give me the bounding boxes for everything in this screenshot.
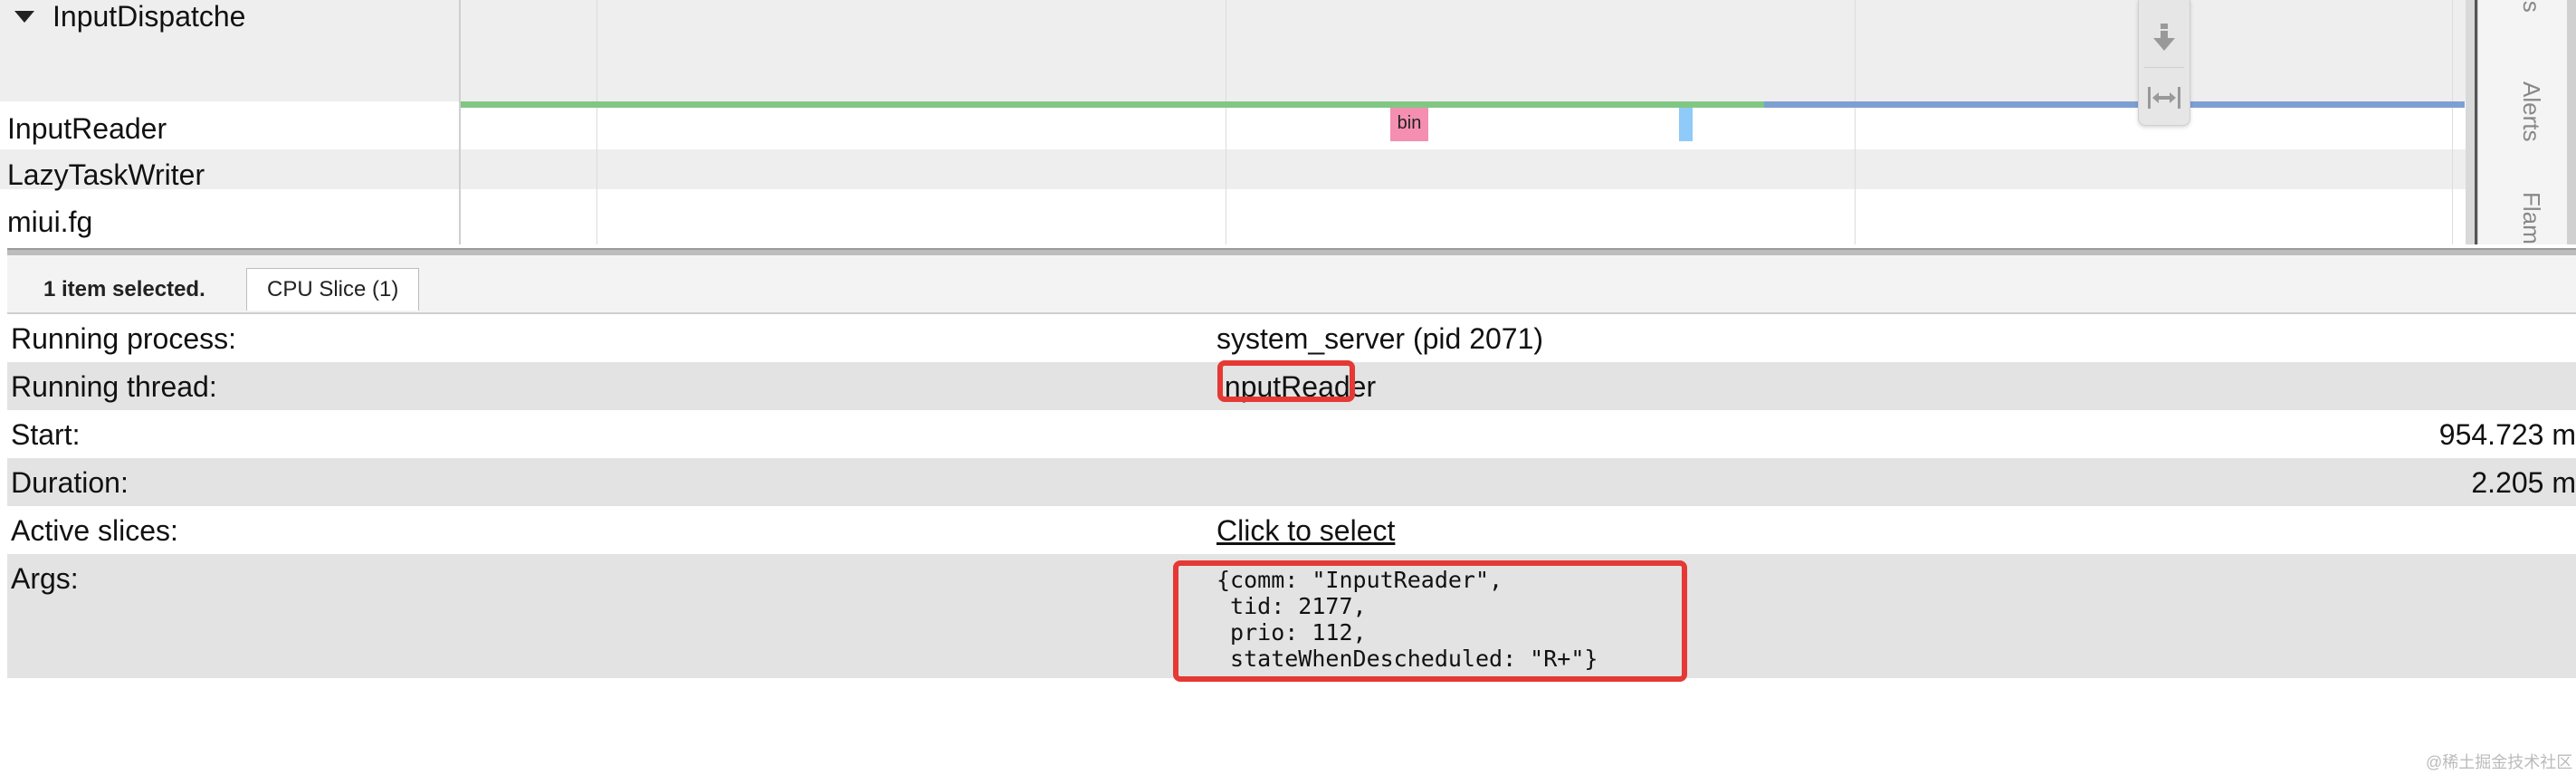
side-panel-scrollbar[interactable] (2567, 0, 2576, 244)
down-arrow-icon[interactable] (2139, 9, 2190, 67)
thread-state-runnable[interactable] (1764, 101, 2465, 108)
timeline-row-bg (461, 149, 2466, 189)
detail-value: 2.205 m (2471, 466, 2576, 499)
watermark: @稀土掘金技术社区 (2426, 753, 2573, 771)
side-tab-flam[interactable]: Flam (2517, 192, 2545, 244)
annotation-box-args (1173, 560, 1687, 682)
detail-row-active-slices: Active slices: Click to select (7, 506, 2576, 554)
detail-row-duration: Duration: 2.205 m (7, 458, 2576, 506)
detail-label: Running process: (11, 322, 237, 355)
detail-label: Running thread: (11, 370, 217, 403)
timeline-toolbar (2138, 0, 2190, 126)
grid-line (1855, 0, 1856, 244)
annotation-box-thread (1217, 360, 1355, 402)
detail-value: system_server (pid 2071) (1216, 322, 1544, 355)
left-margin (0, 244, 7, 775)
timeline-tracks: InputDispatche InputReader LazyTaskWrite… (0, 0, 2576, 244)
detail-label: Args: (11, 562, 79, 595)
side-tab-ics[interactable]: ics (2517, 0, 2545, 13)
thread-state-running[interactable] (461, 101, 1764, 108)
side-tab-alerts[interactable]: Alerts (2517, 81, 2545, 141)
tab-cpu-slice[interactable]: CPU Slice (1) (246, 268, 420, 311)
grid-line (596, 0, 597, 244)
click-to-select-link[interactable]: Click to select (1216, 514, 1395, 548)
detail-row-start: Start: 954.723 m (7, 410, 2576, 458)
cpu-slice-bin[interactable]: bin (1390, 108, 1428, 141)
details-tabbar: 1 item selected. CPU Slice (1) (7, 255, 2576, 314)
track-names-column: InputDispatche InputReader LazyTaskWrite… (0, 0, 460, 244)
track-group-name[interactable]: InputDispatche (52, 0, 245, 33)
track-name-miui-fg[interactable]: miui.fg (7, 206, 92, 239)
detail-label: Duration: (11, 466, 129, 499)
detail-row-process: Running process: system_server (pid 2071… (7, 314, 2576, 362)
detail-label: Start: (11, 418, 81, 451)
collapse-caret-icon[interactable] (14, 11, 34, 23)
track-scrollbar[interactable] (2466, 0, 2475, 244)
track-name-lazytaskwriter[interactable]: LazyTaskWriter (7, 158, 205, 192)
detail-value: 954.723 m (2438, 418, 2576, 451)
toolbar-divider (2144, 67, 2184, 68)
track-name-inputreader[interactable]: InputReader (7, 112, 167, 146)
grid-line (2452, 0, 2453, 244)
detail-label: Active slices: (11, 514, 178, 547)
fit-width-icon[interactable] (2139, 69, 2190, 127)
cpu-slice-selected[interactable] (1679, 108, 1693, 141)
selection-count: 1 item selected. (43, 277, 205, 301)
